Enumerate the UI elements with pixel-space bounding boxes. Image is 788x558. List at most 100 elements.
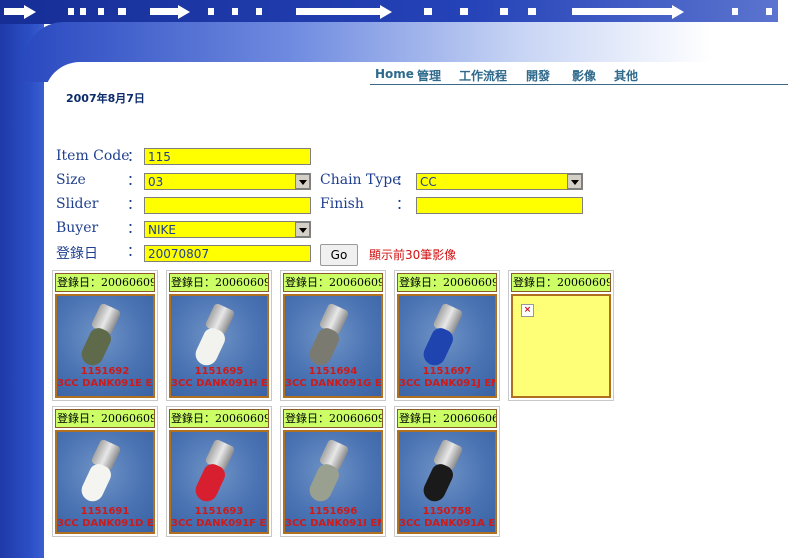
zipper-pull-shape: [306, 325, 342, 369]
banner-dash: [4, 8, 24, 15]
colon: ：: [127, 197, 141, 213]
zipper-image[interactable]: 1151694 3CC DANK091G EM: [283, 294, 383, 398]
zipper-image[interactable]: 1151697 3CC DANK091J EM: [397, 294, 497, 398]
zipper-image[interactable]: 1150758 3CC DANK091A EM: [397, 430, 497, 534]
nav-item-images[interactable]: 影像: [572, 67, 596, 84]
banner-arrow-icon: [380, 5, 392, 19]
banner-dash: [572, 8, 672, 15]
banner-dash: [68, 8, 74, 15]
image-model: 3CC DANK091I EM: [285, 518, 383, 529]
zipper-image[interactable]: 1151691 3CC DANK091D EM: [55, 430, 155, 534]
banner-dash: [460, 8, 468, 15]
nav-item-home[interactable]: Home: [375, 67, 414, 81]
image-model: 3CC DANK091G EM: [285, 378, 383, 389]
image-card[interactable]: 登錄日：20060609 1151691 3CC DANK091D EM: [52, 406, 158, 537]
image-caption: 登錄日：20060609: [283, 409, 383, 428]
colon: ：: [396, 173, 410, 189]
reg-date-input[interactable]: 20070807: [144, 245, 311, 262]
zipper-image[interactable]: 1151693 3CC DANK091F EM: [169, 430, 269, 534]
zipper-pull-shape: [420, 325, 456, 369]
nav-item-development[interactable]: 開發: [526, 67, 550, 84]
go-button[interactable]: Go: [320, 244, 358, 266]
banner-dash: [732, 8, 738, 15]
image-card[interactable]: 登錄日：20060609 1151692 3CC DANK091E EM: [52, 270, 158, 401]
image-code: 1151693: [194, 506, 244, 517]
zipper-image[interactable]: 1151692 3CC DANK091E EM: [55, 294, 155, 398]
chevron-down-icon[interactable]: [295, 174, 310, 189]
nav-item-other[interactable]: 其他: [614, 67, 638, 84]
broken-image-icon: ×: [521, 304, 534, 317]
left-frame-bar: [0, 0, 44, 558]
banner-dash: [150, 8, 178, 15]
colon: ：: [396, 197, 410, 213]
image-card[interactable]: 登錄日：20060609 1151695 3CC DANK091H EM: [166, 270, 272, 401]
colon: ：: [127, 149, 141, 165]
image-caption: 登錄日：20060609: [283, 273, 383, 292]
image-caption: 登錄日：20060609: [397, 273, 497, 292]
buyer-label: Buyer: [56, 220, 99, 236]
image-card[interactable]: 登錄日：20060606 1150758 3CC DANK091A EM: [394, 406, 500, 537]
image-model: 3CC DANK091D EM: [57, 518, 155, 529]
chevron-down-icon[interactable]: [295, 222, 310, 237]
zipper-image[interactable]: 1151696 3CC DANK091I EM: [283, 430, 383, 534]
banner-dash: [528, 8, 536, 15]
image-caption: 登錄日：20060609: [55, 409, 155, 428]
image-card[interactable]: 登錄日：20060609 1151697 3CC DANK091J EM: [394, 270, 500, 401]
finish-input[interactable]: [416, 197, 583, 214]
zipper-image[interactable]: 1151695 3CC DANK091H EM: [169, 294, 269, 398]
zipper-pull-shape: [192, 461, 228, 505]
size-select[interactable]: 03: [144, 173, 311, 190]
zipper-pull-shape: [78, 325, 114, 369]
banner-dash: [500, 8, 508, 15]
image-code: 1151692: [80, 366, 130, 377]
colon: ：: [127, 221, 141, 237]
image-code: 1151691: [80, 506, 130, 517]
size-select-value: 03: [148, 175, 164, 189]
chevron-down-icon[interactable]: [567, 174, 582, 189]
image-code: 1151695: [194, 366, 244, 377]
nav-item-admin[interactable]: 管理: [417, 67, 441, 84]
image-model: 3CC DANK091E EM: [57, 378, 155, 389]
banner-arrow-icon: [178, 5, 190, 19]
image-card[interactable]: 登錄日：20060609 ×: [508, 270, 614, 401]
image-model: 3CC DANK091H EM: [171, 378, 269, 389]
image-model: 3CC DANK091A EM: [399, 518, 497, 529]
slider-input[interactable]: [144, 197, 311, 214]
image-code: 1150758: [422, 506, 472, 517]
chain-type-select-value: CC: [420, 175, 437, 189]
image-caption: 登錄日：20060606: [397, 409, 497, 428]
item-code-label: Item Code: [56, 148, 130, 164]
image-placeholder[interactable]: ×: [511, 294, 611, 398]
banner-dash: [424, 8, 432, 15]
image-caption: 登錄日：20060609: [169, 273, 269, 292]
size-label: Size: [56, 172, 86, 188]
banner-dash: [98, 8, 104, 15]
image-model: 3CC DANK091F EM: [171, 518, 269, 529]
nav-item-workflow[interactable]: 工作流程: [459, 67, 507, 84]
zipper-pull-shape: [420, 461, 456, 505]
image-card[interactable]: 登錄日：20060609 1151696 3CC DANK091I EM: [280, 406, 386, 537]
image-model: 3CC DANK091J EM: [399, 378, 497, 389]
banner-dash: [766, 8, 772, 15]
banner-dash: [80, 8, 86, 15]
zipper-pull-shape: [306, 461, 342, 505]
current-date: 2007年8月7日: [66, 92, 145, 105]
image-code: 1151697: [422, 366, 472, 377]
banner-arrow-icon: [24, 5, 36, 19]
reg-date-label: 登錄日: [56, 246, 98, 262]
buyer-select[interactable]: NIKE: [144, 221, 311, 238]
buyer-select-value: NIKE: [148, 223, 176, 237]
banner-dash: [118, 8, 126, 15]
image-card[interactable]: 登錄日：20060609 1151693 3CC DANK091F EM: [166, 406, 272, 537]
chain-type-label: Chain Type: [320, 172, 401, 188]
item-code-input[interactable]: 115: [144, 148, 311, 165]
image-caption: 登錄日：20060609: [169, 409, 269, 428]
banner-dash: [232, 8, 238, 15]
banner-dash: [296, 8, 380, 15]
image-caption: 登錄日：20060609: [55, 273, 155, 292]
chain-type-select[interactable]: CC: [416, 173, 583, 190]
finish-label: Finish: [320, 196, 364, 212]
slider-label: Slider: [56, 196, 99, 212]
image-code: 1151694: [308, 366, 358, 377]
image-card[interactable]: 登錄日：20060609 1151694 3CC DANK091G EM: [280, 270, 386, 401]
